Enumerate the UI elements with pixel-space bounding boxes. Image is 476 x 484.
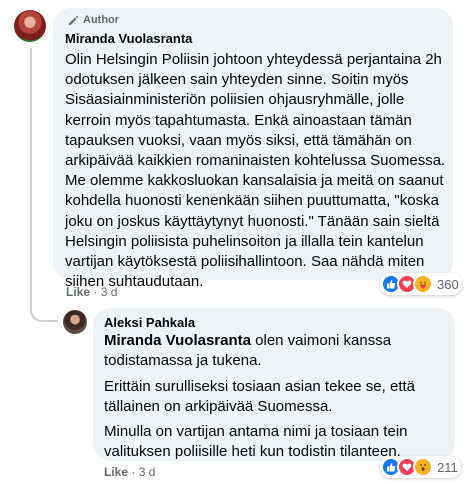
avatar[interactable] bbox=[14, 10, 46, 42]
reaction-count: 360 bbox=[437, 276, 459, 292]
comment-actions: Like · 3 d bbox=[104, 465, 156, 479]
comment-text: Olin Helsingin Poliisin johtoon yhteydes… bbox=[65, 51, 446, 291]
badge-label: Author bbox=[83, 14, 120, 26]
mention-link[interactable]: Miranda Vuolasranta bbox=[104, 332, 251, 349]
reaction-summary[interactable]: 211 bbox=[380, 456, 461, 478]
avatar[interactable] bbox=[63, 310, 87, 334]
wow-icon bbox=[413, 457, 433, 477]
timestamp[interactable]: 3 d bbox=[139, 465, 156, 479]
reaction-count: 211 bbox=[437, 459, 458, 475]
reaction-summary[interactable]: 360 bbox=[380, 273, 462, 295]
comment-text: Erittäin surulliseksi tosiaan asian teke… bbox=[104, 378, 415, 416]
comment-actions: Like · 3 d bbox=[66, 285, 118, 299]
thread-line bbox=[30, 48, 32, 298]
reply-connector bbox=[30, 296, 58, 322]
care-icon bbox=[413, 274, 433, 294]
author-badge: Author bbox=[67, 14, 119, 26]
like-button[interactable]: Like bbox=[104, 465, 128, 479]
timestamp[interactable]: 3 d bbox=[101, 285, 118, 299]
like-button[interactable]: Like bbox=[66, 285, 90, 299]
comment-text: Miranda Vuolasranta olen vaimoni kanssa … bbox=[104, 332, 392, 370]
pencil-icon bbox=[69, 15, 79, 25]
comment-author[interactable]: Aleksi Pahkala bbox=[104, 315, 195, 330]
comment-author[interactable]: Miranda Vuolasranta bbox=[65, 31, 192, 46]
